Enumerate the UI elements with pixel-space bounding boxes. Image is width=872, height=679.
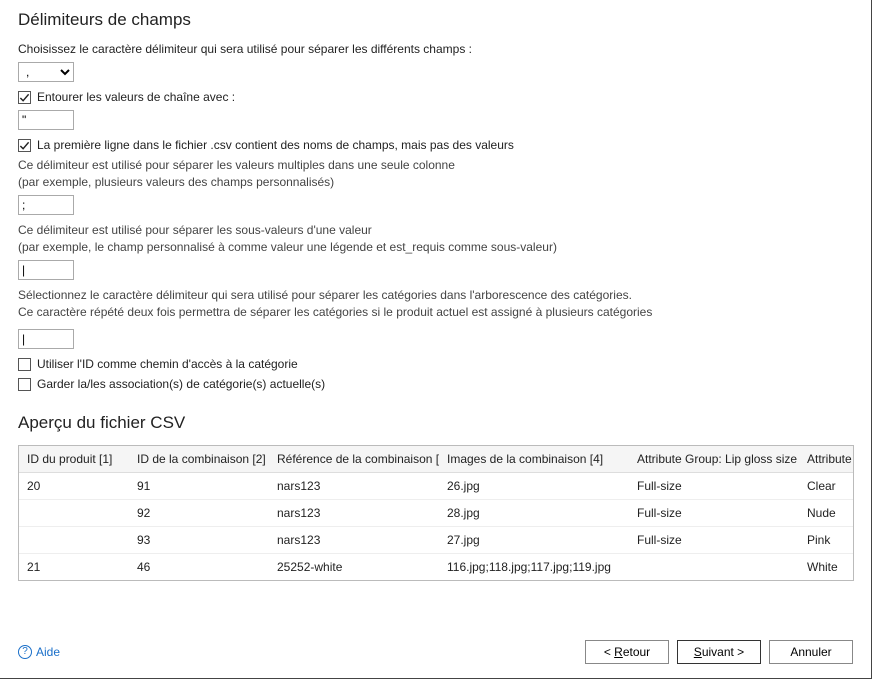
category-delim-desc-1: Sélectionnez le caractère délimiteur qui… bbox=[18, 288, 853, 302]
sub-value-desc-2: (par exemple, le champ personnalisé à co… bbox=[18, 240, 853, 254]
use-id-as-path-checkbox[interactable] bbox=[18, 358, 31, 371]
quote-char-input[interactable] bbox=[18, 110, 74, 130]
table-cell: Pink bbox=[799, 527, 854, 554]
multi-value-desc-2: (par exemple, plusieurs valeurs des cham… bbox=[18, 175, 853, 189]
table-cell: 26.jpg bbox=[439, 473, 629, 500]
table-cell: 20 bbox=[19, 473, 129, 500]
table-cell: Full-size bbox=[629, 500, 799, 527]
table-cell: Full-size bbox=[629, 473, 799, 500]
column-header[interactable]: Images de la combinaison [4] bbox=[439, 446, 629, 473]
choose-delimiter-label: Choisissez le caractère délimiteur qui s… bbox=[18, 42, 853, 56]
column-header[interactable]: ID de la combinaison [2] bbox=[129, 446, 269, 473]
table-row[interactable]: 2091nars12326.jpgFull-sizeClear bbox=[19, 473, 854, 500]
table-cell: 93 bbox=[129, 527, 269, 554]
table-cell: nars123 bbox=[269, 527, 439, 554]
table-cell: Full-size bbox=[629, 527, 799, 554]
surround-label: Entourer les valeurs de chaîne avec : bbox=[37, 90, 235, 104]
table-cell: nars123 bbox=[269, 500, 439, 527]
help-icon: ? bbox=[18, 645, 32, 659]
sub-value-delimiter-input[interactable] bbox=[18, 260, 74, 280]
table-cell: nars123 bbox=[269, 473, 439, 500]
table-cell bbox=[19, 527, 129, 554]
table-row[interactable]: 93nars12327.jpgFull-sizePink bbox=[19, 527, 854, 554]
next-button[interactable]: Suivant > bbox=[677, 640, 761, 664]
table-cell: 116.jpg;118.jpg;117.jpg;119.jpg bbox=[439, 554, 629, 581]
sub-value-desc-1: Ce délimiteur est utilisé pour séparer l… bbox=[18, 223, 853, 237]
table-cell bbox=[19, 500, 129, 527]
table-row[interactable]: 92nars12328.jpgFull-sizeNude bbox=[19, 500, 854, 527]
table-cell: 91 bbox=[129, 473, 269, 500]
table-cell: 21 bbox=[19, 554, 129, 581]
csv-preview-table: ID du produit [1]ID de la combinaison [2… bbox=[19, 446, 854, 580]
delimiters-title: Délimiteurs de champs bbox=[18, 10, 853, 30]
table-row[interactable]: 214625252-white116.jpg;118.jpg;117.jpg;1… bbox=[19, 554, 854, 581]
keep-category-assoc-label: Garder la/les association(s) de catégori… bbox=[37, 377, 325, 391]
table-cell: 27.jpg bbox=[439, 527, 629, 554]
table-cell: 25252-white bbox=[269, 554, 439, 581]
table-cell bbox=[629, 554, 799, 581]
category-delim-desc-2: Ce caractère répété deux fois permettra … bbox=[18, 305, 853, 319]
table-cell: 92 bbox=[129, 500, 269, 527]
column-header[interactable]: Attribute Gro bbox=[799, 446, 854, 473]
help-link[interactable]: ? Aide bbox=[18, 645, 60, 659]
table-cell: 28.jpg bbox=[439, 500, 629, 527]
csv-preview-table-container: ID du produit [1]ID de la combinaison [2… bbox=[18, 445, 854, 581]
preview-title: Aperçu du fichier CSV bbox=[18, 413, 853, 433]
multi-value-desc-1: Ce délimiteur est utilisé pour séparer l… bbox=[18, 158, 853, 172]
table-cell: 46 bbox=[129, 554, 269, 581]
field-delimiter-select[interactable]: , bbox=[18, 62, 74, 82]
first-row-headers-checkbox[interactable] bbox=[18, 139, 31, 152]
multi-value-delimiter-input[interactable] bbox=[18, 195, 74, 215]
table-cell: Clear bbox=[799, 473, 854, 500]
use-id-as-path-label: Utiliser l'ID comme chemin d'accès à la … bbox=[37, 357, 298, 371]
category-delimiter-input[interactable] bbox=[18, 329, 74, 349]
back-button[interactable]: < Retour bbox=[585, 640, 669, 664]
keep-category-assoc-checkbox[interactable] bbox=[18, 378, 31, 391]
column-header[interactable]: Référence de la combinaison [3] bbox=[269, 446, 439, 473]
surround-checkbox[interactable] bbox=[18, 91, 31, 104]
help-label: Aide bbox=[36, 645, 60, 659]
table-cell: Nude bbox=[799, 500, 854, 527]
table-cell: White bbox=[799, 554, 854, 581]
cancel-button[interactable]: Annuler bbox=[769, 640, 853, 664]
column-header[interactable]: Attribute Group: Lip gloss size [5] bbox=[629, 446, 799, 473]
first-row-headers-label: La première ligne dans le fichier .csv c… bbox=[37, 138, 514, 152]
column-header[interactable]: ID du produit [1] bbox=[19, 446, 129, 473]
